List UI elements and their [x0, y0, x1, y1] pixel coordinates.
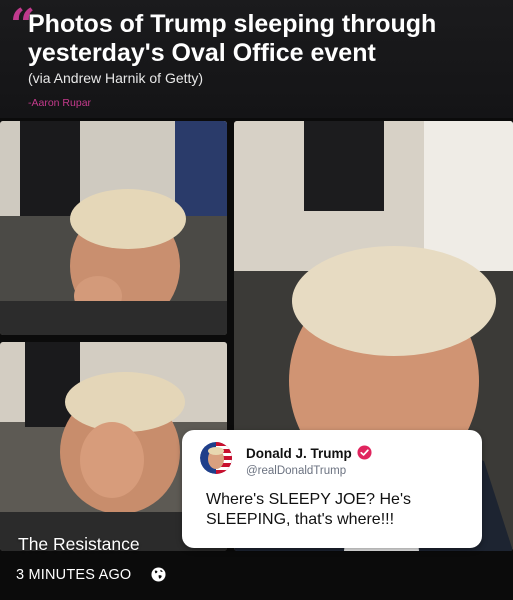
tweet-handle[interactable]: @realDonaldTrump: [246, 465, 346, 477]
post-headline: Photos of Trump sleeping through yesterd…: [28, 10, 437, 67]
tweet-text: Where's SLEEPY JOE? He's SLEEPING, that'…: [206, 491, 412, 528]
post-author[interactable]: -Aaron Rupar: [28, 97, 91, 109]
post-header: “ Photos of Trump sleeping through yeste…: [0, 0, 513, 118]
photo-top-left[interactable]: [0, 121, 227, 335]
verified-badge-icon: [357, 445, 372, 460]
avatar[interactable]: [200, 442, 232, 474]
post-timestamp: 3 MINUTES AGO: [16, 567, 132, 583]
globe-icon: [151, 567, 166, 582]
watermark-label: The Resistance: [18, 534, 140, 554]
tweet-display-name[interactable]: Donald J. Trump: [246, 446, 352, 461]
tweet-card[interactable]: Donald J. Trump @realDonaldTrump Where's…: [182, 430, 482, 548]
photo-credit: (via Andrew Harnik of Getty): [28, 70, 204, 86]
